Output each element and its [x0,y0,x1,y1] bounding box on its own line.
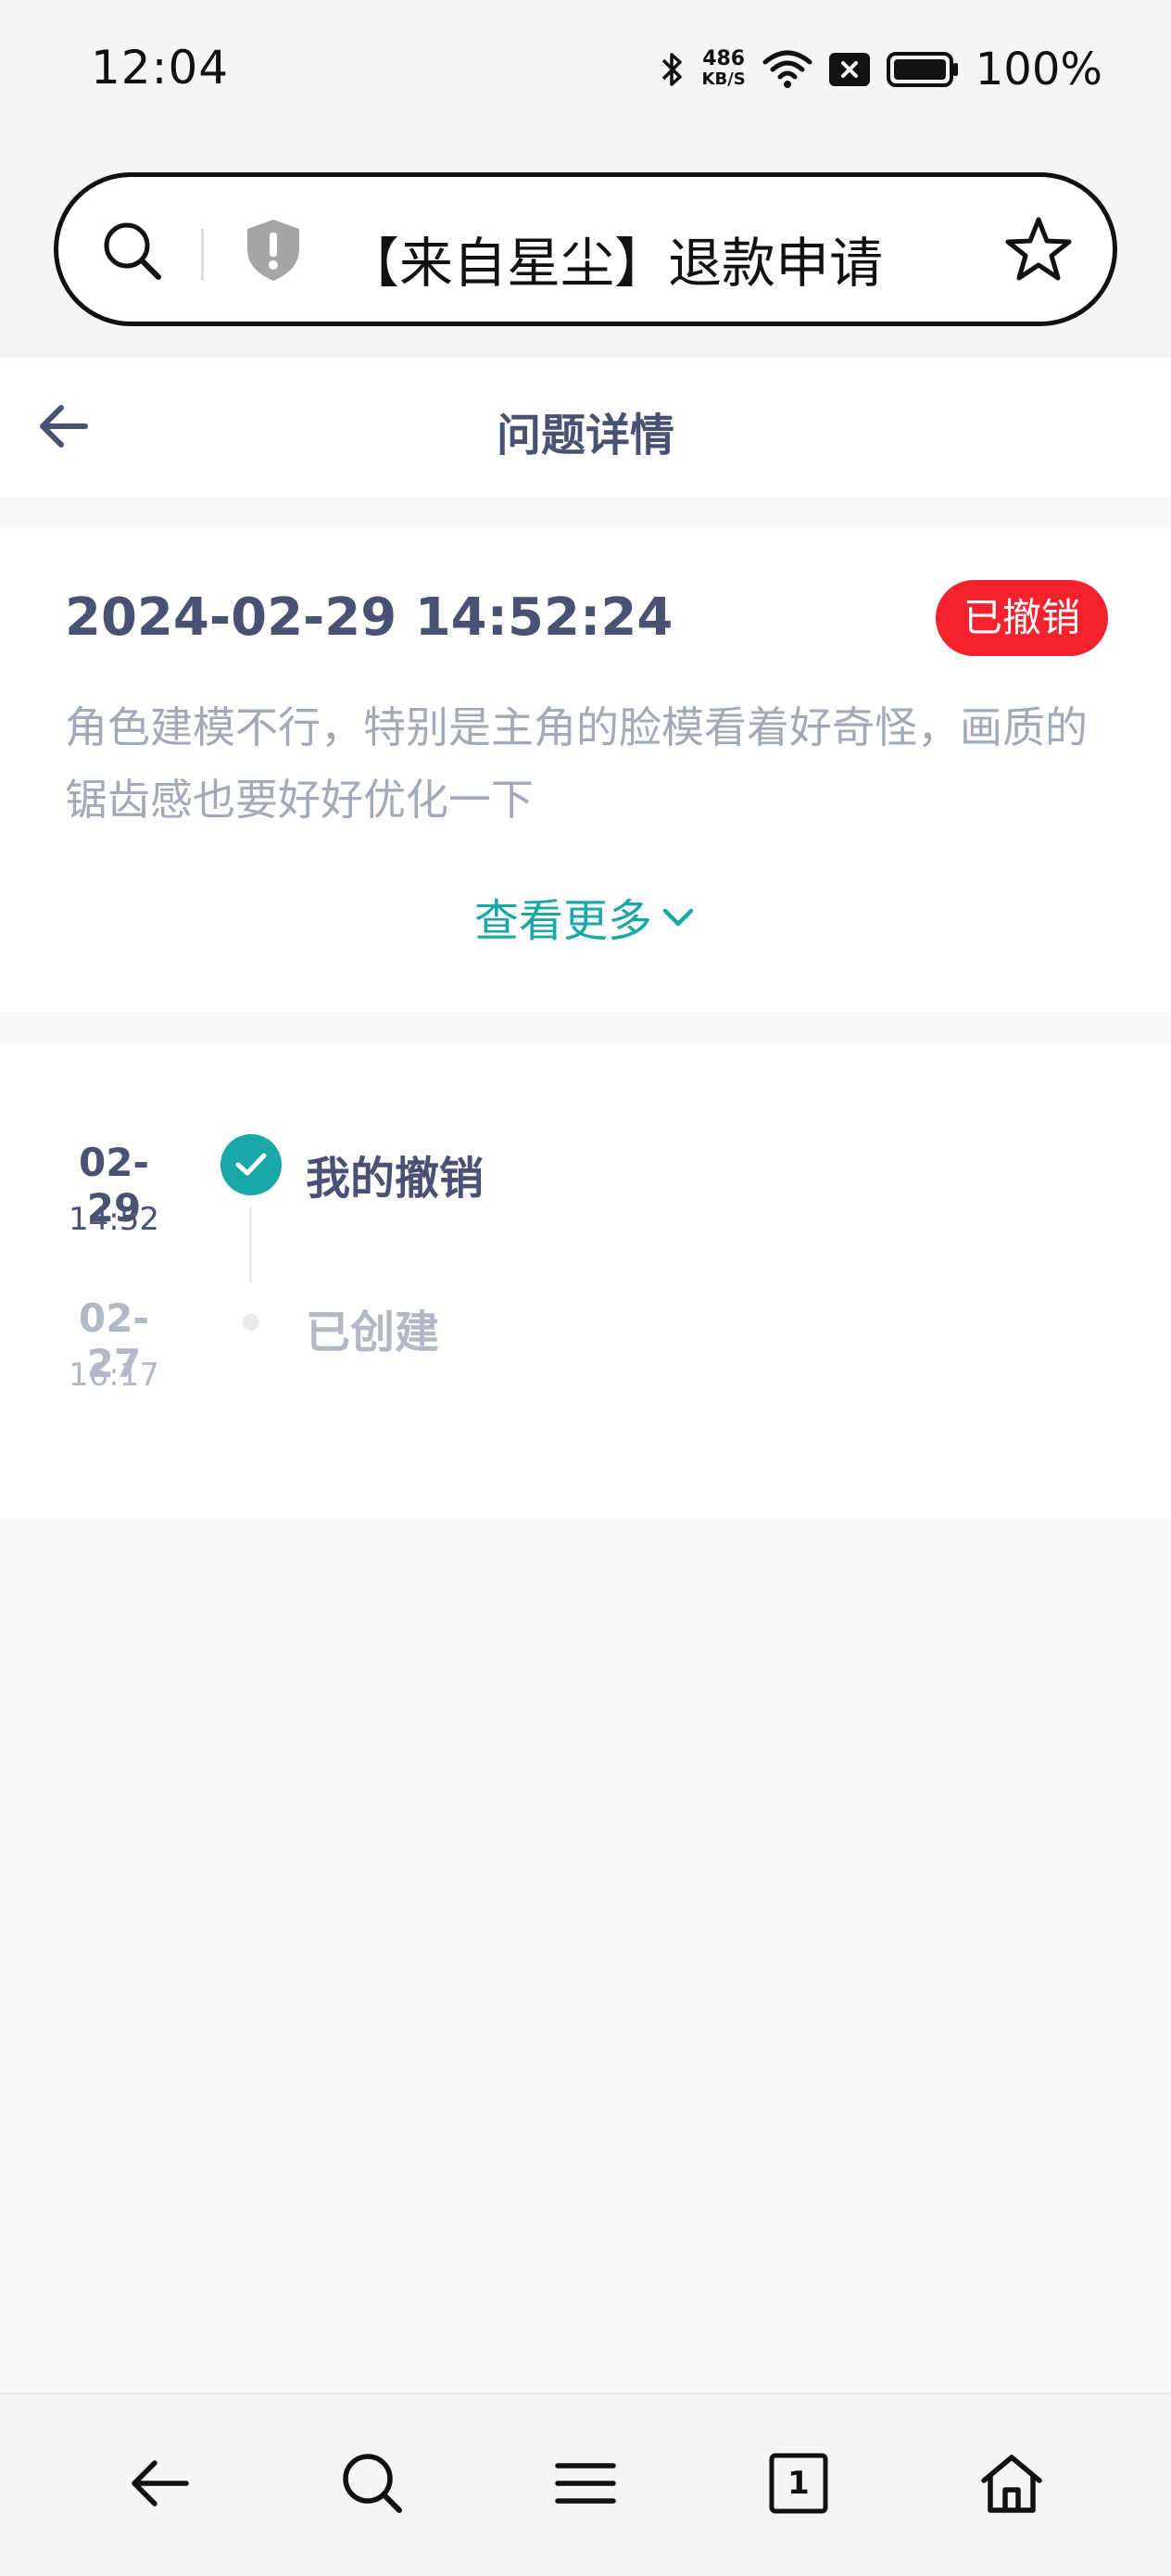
star-icon[interactable] [1005,216,1072,286]
shield-icon[interactable] [244,218,303,286]
wifi-icon [762,49,812,90]
status-bar: 12:04 486 KB/S 100% [0,0,1171,139]
url-divider [201,229,204,281]
sim-off-icon [828,53,870,86]
page-header: 问题详情 [0,358,1171,497]
page-title: 问题详情 [496,410,674,461]
timeline-connector [249,1206,252,1282]
issue-card: 2024-02-29 14:52:24 已撤销 角色建模不行，特别是主角的脸模看… [0,528,1171,1012]
search-icon[interactable] [326,2437,419,2530]
timeline-label: 我的撤销 [306,1153,485,1205]
chevron-down-icon [660,890,697,942]
view-more-label: 查看更多 [473,895,652,947]
home-icon[interactable] [965,2437,1058,2530]
view-more-button[interactable]: 查看更多 [0,884,1171,949]
issue-description: 角色建模不行，特别是主角的脸模看着好奇怪，画质的锯齿感也要好好优化一下 [65,702,1088,825]
timeline-card [0,1043,1171,1518]
menu-icon[interactable] [539,2437,632,2530]
tabs-count: 1 [787,2465,810,2502]
timeline-time: 14:52 [69,1201,159,1238]
issue-timestamp: 2024-02-29 14:52:24 [65,587,674,648]
status-time: 12:04 [91,41,230,95]
bottom-nav: 1 [0,2393,1171,2576]
net-speed-value: 486 [702,47,746,70]
battery-percent: 100% [975,44,1102,95]
net-speed-unit: KB/S [701,69,746,89]
timeline-time: 16:17 [69,1357,159,1394]
back-icon[interactable] [113,2437,206,2530]
url-bar[interactable]: 【来自星尘】退款申请 [54,172,1117,326]
tabs-icon[interactable]: 1 [752,2437,845,2530]
timeline-dot [243,1314,259,1331]
check-circle-icon [220,1134,282,1195]
browser-toolbar: 【来自星尘】退款申请 [0,139,1171,358]
search-icon[interactable] [101,220,164,286]
bluetooth-icon [660,49,686,90]
net-speed: 486 KB/S [702,49,746,90]
battery-icon [886,52,959,87]
timeline-label: 已创建 [306,1307,440,1358]
status-badge: 已撤销 [935,580,1108,656]
status-icons: 486 KB/S 100% [660,37,1102,102]
url-text[interactable]: 【来自星尘】退款申请 [346,220,883,297]
